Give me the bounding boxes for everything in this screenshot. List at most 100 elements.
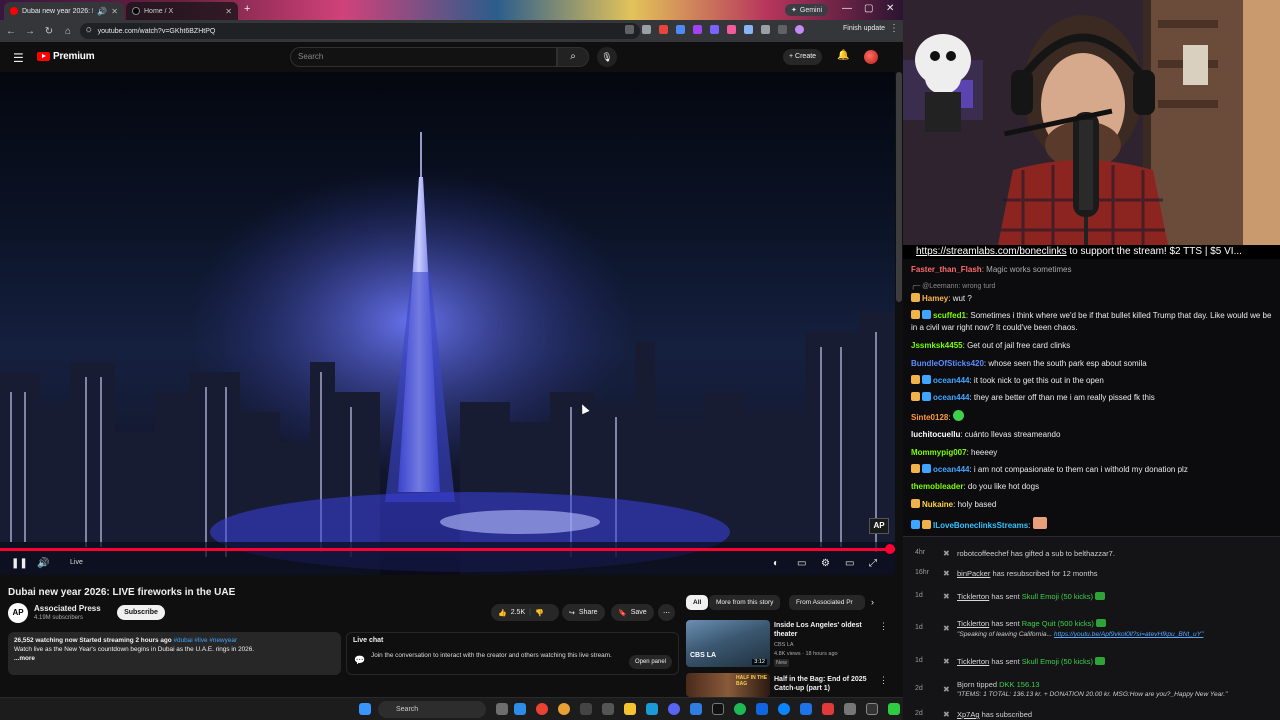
app-icon[interactable] xyxy=(602,703,614,715)
chat-username[interactable]: luchitocuellu xyxy=(911,430,960,439)
youtube-logo[interactable]: Premium xyxy=(37,51,95,62)
app-icon[interactable] xyxy=(690,703,702,715)
gemini-button[interactable]: ✦ Gemini xyxy=(785,4,829,16)
search-input[interactable]: Search xyxy=(290,47,557,67)
description-more-link[interactable]: ...more xyxy=(14,654,335,663)
chip-all[interactable]: All xyxy=(686,595,709,610)
app-icon[interactable] xyxy=(866,703,878,715)
event-user[interactable]: Ticklerton xyxy=(957,657,989,666)
recommendation-title[interactable]: Half in the Bag: End of 2025 Catch-up (p… xyxy=(774,675,874,693)
theater-icon[interactable]: ▭ xyxy=(845,558,854,569)
finish-update-button[interactable]: Finish update xyxy=(843,25,885,32)
install-icon[interactable] xyxy=(625,25,634,34)
create-button[interactable]: + Create xyxy=(783,49,823,65)
chat-username[interactable]: Sinte0128 xyxy=(911,413,948,422)
extension-violet-icon[interactable] xyxy=(710,25,719,34)
event-user[interactable]: binPacker xyxy=(957,569,990,578)
event-user[interactable]: Bjorn xyxy=(957,680,975,689)
progress-bar[interactable] xyxy=(0,548,895,551)
chat-username[interactable]: Hamey xyxy=(922,294,948,303)
channel-avatar[interactable]: AP xyxy=(8,603,28,623)
close-window-icon[interactable]: ✕ xyxy=(886,3,894,14)
back-icon[interactable]: ← xyxy=(6,26,16,37)
file-explorer-icon[interactable] xyxy=(624,703,636,715)
maximize-icon[interactable]: ▢ xyxy=(864,3,873,14)
chat-username[interactable]: themobleader xyxy=(911,482,963,491)
windows-start-icon[interactable] xyxy=(359,703,371,715)
like-count[interactable]: 2.5K xyxy=(511,609,525,616)
avatar[interactable] xyxy=(864,50,878,64)
like-icon[interactable]: 👍 xyxy=(498,609,507,617)
bell-icon[interactable]: 🔔 xyxy=(837,50,849,61)
settings-icon[interactable]: ⚙ xyxy=(821,558,830,569)
discord-icon[interactable] xyxy=(668,703,680,715)
recommendation-menu-icon[interactable]: ⋮ xyxy=(879,621,888,632)
dislike-icon[interactable]: 👎 xyxy=(535,609,544,617)
chat-username[interactable]: Mommypig007 xyxy=(911,448,967,457)
profile-avatar-icon[interactable] xyxy=(795,25,804,34)
event-user[interactable]: Xp7Ag xyxy=(957,710,980,719)
app-icon[interactable] xyxy=(778,703,790,715)
event-user[interactable]: Ticklerton xyxy=(957,619,989,628)
audio-icon[interactable]: 🔊 xyxy=(97,7,107,16)
sidepanel-icon[interactable] xyxy=(778,25,787,34)
extensions-puzzle-icon[interactable] xyxy=(761,25,770,34)
chat-username[interactable]: Nukaine xyxy=(922,500,953,509)
event-user[interactable]: Ticklerton xyxy=(957,592,989,601)
captions-icon[interactable]: ▭ xyxy=(797,558,806,569)
app-icon[interactable] xyxy=(844,703,856,715)
chevron-right-icon[interactable]: › xyxy=(871,597,874,607)
browser-menu-icon[interactable]: ⋮ xyxy=(889,23,899,34)
bookmark-star-icon[interactable] xyxy=(642,25,651,34)
mic-icon[interactable]: 🎙 xyxy=(597,47,617,67)
pause-icon[interactable]: ❚❚ xyxy=(11,558,28,569)
vscode-icon[interactable] xyxy=(756,703,768,715)
extension-light-icon[interactable] xyxy=(744,25,753,34)
extension-purple-icon[interactable] xyxy=(693,25,702,34)
chat-username[interactable]: ocean444 xyxy=(933,465,969,474)
extension-blue-icon[interactable] xyxy=(676,25,685,34)
steam-icon[interactable] xyxy=(646,703,658,715)
url-field[interactable]: ⛭ youtube.com/watch?v=GKht6BZHtPQ xyxy=(80,23,640,39)
recommendation-title[interactable]: Inside Los Angeles' oldest theater xyxy=(774,621,874,639)
new-tab-icon[interactable]: + xyxy=(244,3,250,15)
home-icon[interactable]: ⌂ xyxy=(63,26,73,37)
chat-username[interactable]: ocean444 xyxy=(933,376,969,385)
chat-username[interactable]: ocean444 xyxy=(933,393,969,402)
video-player[interactable]: AP ❚❚ 🔊 Live ◐ ▭ ⚙ ▭ ⤢ xyxy=(0,72,895,575)
event-user[interactable]: robotcoffeechef xyxy=(957,549,1009,558)
share-button[interactable]: ↪ Share xyxy=(562,604,605,621)
chat-username[interactable]: scuffed1 xyxy=(933,311,966,320)
search-button[interactable]: ⌕ xyxy=(557,47,589,67)
save-button[interactable]: 🔖 Save xyxy=(611,604,654,621)
minimize-icon[interactable]: — xyxy=(842,3,852,14)
forward-icon[interactable]: → xyxy=(25,26,35,37)
chrome-canary-icon[interactable] xyxy=(558,703,570,715)
fullscreen-icon[interactable]: ⤢ xyxy=(869,558,877,569)
chip-from-associated-press[interactable]: From Associated Pr xyxy=(789,595,865,610)
task-view-icon[interactable] xyxy=(496,703,508,715)
extension-red-icon[interactable] xyxy=(659,25,668,34)
recommendation-thumbnail[interactable]: CBS LA 3:12 xyxy=(686,620,770,667)
recommendation-thumbnail[interactable]: HALF IN THE BAG xyxy=(686,673,770,697)
chat-username[interactable]: Jssmksk4455 xyxy=(911,341,963,350)
app-icon[interactable] xyxy=(888,703,900,715)
site-info-icon[interactable]: ⛭ xyxy=(86,27,92,35)
recommendation-channel[interactable]: CBS LA xyxy=(774,641,794,649)
volume-icon[interactable]: 🔊 xyxy=(37,558,49,569)
ticker-link[interactable]: https://streamlabs.com/boneclinks xyxy=(916,246,1067,257)
chat-username[interactable]: ILoveBoneclinksStreams xyxy=(933,521,1028,530)
app-icon[interactable] xyxy=(800,703,812,715)
chat-username[interactable]: BundleOfSticks420 xyxy=(911,359,984,368)
close-tab-icon[interactable]: ✕ xyxy=(225,7,232,16)
subscribe-button[interactable]: Subscribe xyxy=(117,605,165,620)
hamburger-icon[interactable]: ☰ xyxy=(13,51,24,65)
taskbar-search[interactable]: Search xyxy=(378,701,486,718)
description-box[interactable]: 26,552 watching now Started streaming 2 … xyxy=(8,632,341,675)
chat-username[interactable]: Faster_than_Flash xyxy=(911,265,982,274)
recommendation-menu-icon[interactable]: ⋮ xyxy=(879,675,888,686)
chrome-icon[interactable] xyxy=(536,703,548,715)
app-icon[interactable] xyxy=(822,703,834,715)
live-label[interactable]: Live xyxy=(70,559,83,566)
channel-name[interactable]: Associated Press xyxy=(34,604,101,613)
